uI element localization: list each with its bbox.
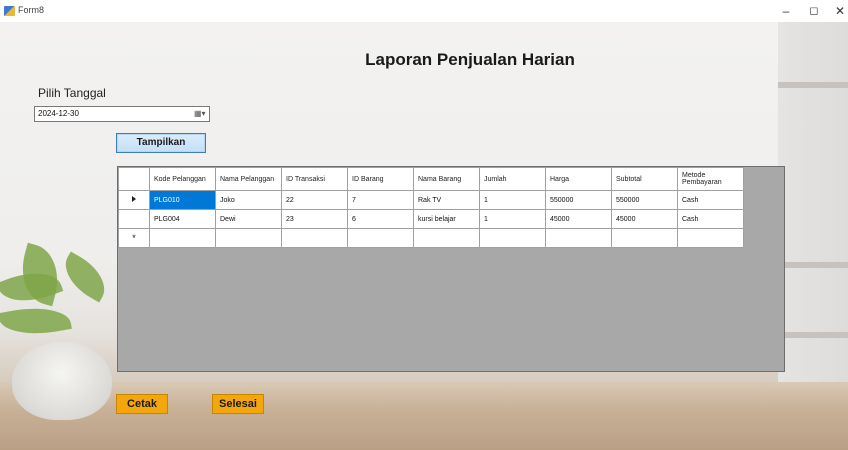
table-cell[interactable]: PLG010	[149, 190, 216, 210]
table-cell[interactable]: 45000	[611, 209, 678, 229]
table-cell[interactable]	[149, 228, 216, 248]
row-header[interactable]: *	[118, 228, 150, 248]
table-cell[interactable]	[479, 228, 546, 248]
background-shelf-board	[778, 262, 848, 268]
row-header[interactable]	[118, 209, 150, 229]
background-plant-pot	[12, 342, 112, 420]
column-header[interactable]: Subtotal	[611, 167, 678, 191]
finish-button[interactable]: Selesai	[212, 394, 264, 414]
column-header[interactable]: Nama Pelanggan	[215, 167, 282, 191]
table-cell[interactable]	[215, 228, 282, 248]
maximize-button[interactable]: ◻	[804, 3, 824, 19]
table-cell[interactable]: 550000	[611, 190, 678, 210]
background-shelf-board	[778, 332, 848, 338]
table-cell[interactable]: 23	[281, 209, 348, 229]
row-arrow-icon	[132, 196, 136, 202]
background-leaf	[55, 251, 115, 303]
calendar-dropdown-icon[interactable]: ▦▾	[194, 109, 206, 118]
app-icon	[4, 6, 15, 16]
print-button[interactable]: Cetak	[116, 394, 168, 414]
background-shelf-board	[778, 82, 848, 88]
grid-header-row: Kode Pelanggan Nama Pelanggan ID Transak…	[118, 167, 744, 191]
table-cell[interactable]: kursi belajar	[413, 209, 480, 229]
background-floor	[0, 382, 848, 450]
table-cell[interactable]: Cash	[677, 190, 744, 210]
table-cell[interactable]: 45000	[545, 209, 612, 229]
column-header[interactable]: Harga	[545, 167, 612, 191]
table-row[interactable]: PLG010 Joko 22 7 Rak TV 1 550000 550000 …	[118, 190, 744, 210]
new-row-star-icon: *	[132, 232, 136, 243]
table-cell[interactable]: 22	[281, 190, 348, 210]
column-header[interactable]: Nama Barang	[413, 167, 480, 191]
column-header[interactable]: Kode Pelanggan	[149, 167, 216, 191]
table-cell[interactable]	[281, 228, 348, 248]
table-cell[interactable]: PLG004	[149, 209, 216, 229]
minimize-button[interactable]: –	[776, 3, 796, 19]
window-titlebar: Form8 – ◻ ✕	[0, 0, 848, 23]
table-cell[interactable]: 1	[479, 209, 546, 229]
table-cell[interactable]	[545, 228, 612, 248]
table-row[interactable]: PLG004 Dewi 23 6 kursi belajar 1 45000 4…	[118, 209, 744, 229]
form-client-area: Laporan Penjualan Harian Pilih Tanggal 2…	[0, 22, 848, 450]
row-header[interactable]	[118, 190, 150, 210]
table-cell[interactable]	[413, 228, 480, 248]
date-value: 2024-12-30	[38, 109, 79, 118]
table-cell[interactable]: 1	[479, 190, 546, 210]
row-header-corner	[118, 167, 150, 191]
new-row[interactable]: *	[118, 228, 744, 248]
table-cell[interactable]: 7	[347, 190, 414, 210]
table-cell[interactable]: 6	[347, 209, 414, 229]
sales-data-grid[interactable]: Kode Pelanggan Nama Pelanggan ID Transak…	[117, 166, 785, 372]
show-button[interactable]: Tampilkan	[116, 133, 206, 153]
table-cell[interactable]	[347, 228, 414, 248]
column-header[interactable]: Metode Pembayaran	[677, 167, 744, 191]
column-header[interactable]: ID Barang	[347, 167, 414, 191]
table-cell[interactable]: 550000	[545, 190, 612, 210]
column-header[interactable]: ID Transaksi	[281, 167, 348, 191]
table-cell[interactable]: Cash	[677, 209, 744, 229]
table-cell[interactable]: Dewi	[215, 209, 282, 229]
grid-table: Kode Pelanggan Nama Pelanggan ID Transak…	[118, 167, 744, 248]
window-title: Form8	[18, 5, 45, 15]
date-label: Pilih Tanggal	[38, 86, 106, 100]
background-leaf	[0, 301, 72, 341]
table-cell[interactable]	[611, 228, 678, 248]
table-cell[interactable]: Joko	[215, 190, 282, 210]
date-picker[interactable]: 2024-12-30 ▦▾	[34, 106, 210, 122]
column-header[interactable]: Jumlah	[479, 167, 546, 191]
table-cell[interactable]: Rak TV	[413, 190, 480, 210]
table-cell[interactable]	[677, 228, 744, 248]
page-title: Laporan Penjualan Harian	[365, 50, 575, 69]
close-button[interactable]: ✕	[830, 3, 848, 19]
